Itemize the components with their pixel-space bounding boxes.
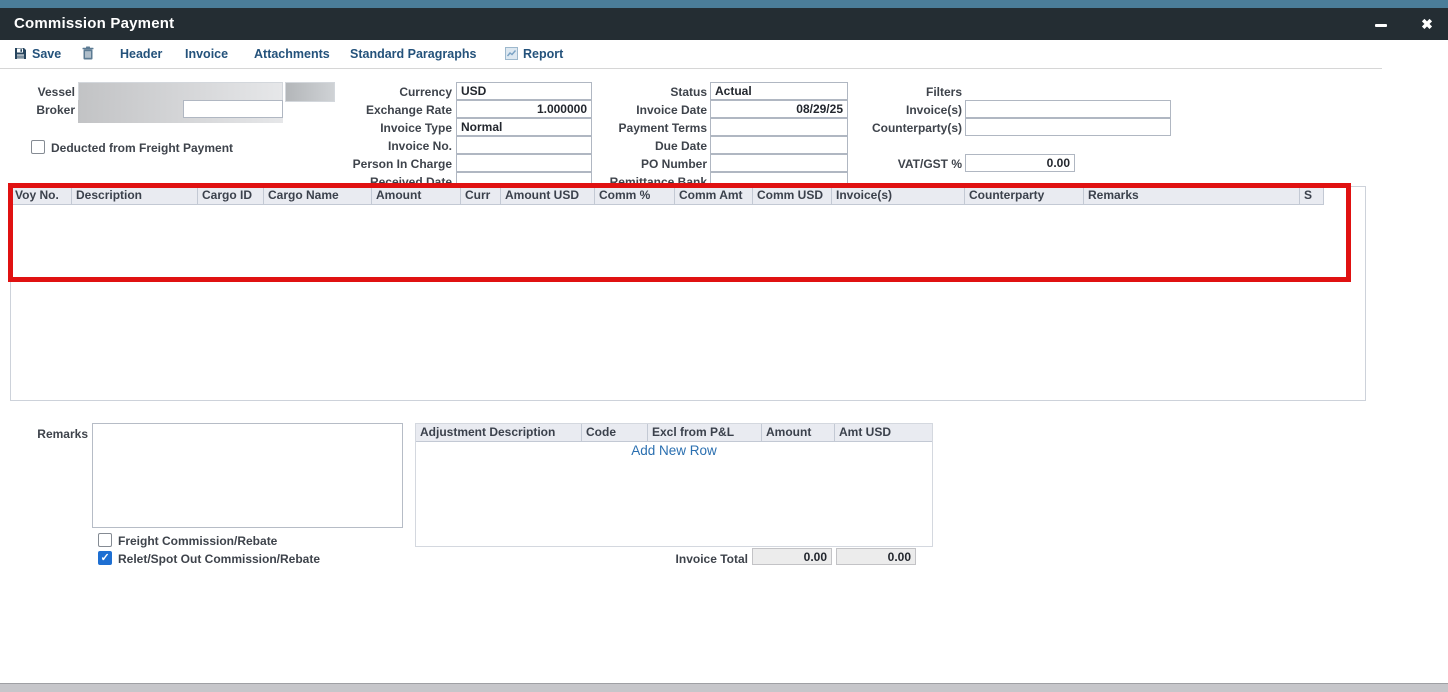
vessel-field[interactable] [78, 82, 283, 102]
close-icon: ✖ [1421, 16, 1433, 32]
trash-icon [82, 42, 94, 70]
col-filler [1324, 187, 1365, 205]
close-button[interactable]: ✖ [1412, 8, 1442, 40]
filters-heading: Filters [812, 84, 962, 100]
col-amt-usd[interactable]: Amt USD [835, 424, 932, 442]
col-comm-amt[interactable]: Comm Amt [675, 187, 753, 205]
col-amount-usd[interactable]: Amount USD [501, 187, 595, 205]
commission-lines-header: Voy No. Description Cargo ID Cargo Name … [11, 187, 1365, 205]
due-date-field[interactable] [710, 136, 848, 154]
po-number-label: PO Number [557, 156, 707, 172]
window-title: Commission Payment [14, 8, 174, 40]
col-cargo-name[interactable]: Cargo Name [264, 187, 372, 205]
col-remarks[interactable]: Remarks [1084, 187, 1300, 205]
col-comm-pct[interactable]: Comm % [595, 187, 675, 205]
window-title-bar: Commission Payment ✖ [0, 8, 1448, 40]
col-invoices[interactable]: Invoice(s) [832, 187, 965, 205]
col-code[interactable]: Code [582, 424, 648, 442]
tab-invoice[interactable]: Invoice [185, 40, 228, 68]
broker-label: Broker [0, 102, 75, 118]
delete-button[interactable] [82, 40, 99, 68]
relet-spot-out-label: Relet/Spot Out Commission/Rebate [118, 551, 320, 567]
exchange-rate-label: Exchange Rate [302, 102, 452, 118]
commission-payment-window: Commission Payment ✖ Save Header Invoice… [0, 0, 1448, 692]
col-curr[interactable]: Curr [461, 187, 501, 205]
vat-gst-label: VAT/GST % [812, 156, 962, 172]
broker-field[interactable] [183, 100, 283, 118]
minimize-icon [1375, 24, 1387, 27]
col-counterparty[interactable]: Counterparty [965, 187, 1084, 205]
counterparty-filter-field[interactable] [965, 118, 1171, 136]
remarks-textarea[interactable] [92, 423, 403, 528]
vat-gst-field[interactable]: 0.00 [965, 154, 1075, 172]
deducted-from-freight-label: Deducted from Freight Payment [51, 140, 233, 156]
col-s[interactable]: S [1300, 187, 1324, 205]
tab-header[interactable]: Header [120, 40, 162, 68]
person-in-charge-label: Person In Charge [302, 156, 452, 172]
adjustments-header: Adjustment Description Code Excl from P&… [416, 424, 932, 442]
tab-attachments[interactable]: Attachments [254, 40, 330, 68]
col-adj-amount[interactable]: Amount [762, 424, 835, 442]
col-voy-no[interactable]: Voy No. [11, 187, 72, 205]
minimize-button[interactable] [1366, 8, 1396, 40]
col-adjustment-description[interactable]: Adjustment Description [416, 424, 582, 442]
save-button[interactable]: Save [14, 40, 61, 68]
tab-standard-paragraphs[interactable]: Standard Paragraphs [350, 40, 476, 68]
col-description[interactable]: Description [72, 187, 198, 205]
currency-label: Currency [302, 84, 452, 100]
window-bottom-strip [0, 683, 1448, 692]
report-chart-icon [505, 42, 518, 70]
add-new-row-link[interactable]: Add New Row [415, 443, 933, 458]
invoice-total-label: Invoice Total [598, 551, 748, 567]
relet-spot-out-checkbox[interactable] [98, 551, 112, 565]
invoices-filter-field[interactable] [965, 100, 1171, 118]
payment-terms-label: Payment Terms [557, 120, 707, 136]
save-icon [14, 42, 27, 70]
vessel-label: Vessel [0, 84, 75, 100]
due-date-label: Due Date [557, 138, 707, 154]
toolbar: Save Header Invoice Attachments Standard… [0, 40, 1448, 69]
col-comm-usd[interactable]: Comm USD [753, 187, 832, 205]
invoice-total-usd-field: 0.00 [836, 548, 916, 565]
freight-commission-checkbox[interactable] [98, 533, 112, 547]
invoice-type-label: Invoice Type [302, 120, 452, 136]
counterparty-filter-label: Counterparty(s) [812, 120, 962, 136]
invoices-filter-label: Invoice(s) [812, 102, 962, 118]
deducted-from-freight-checkbox[interactable] [31, 140, 45, 154]
col-amount[interactable]: Amount [372, 187, 461, 205]
invoice-no-label: Invoice No. [302, 138, 452, 154]
freight-commission-label: Freight Commission/Rebate [118, 533, 277, 549]
remarks-label: Remarks [0, 426, 88, 442]
invoice-date-label: Invoice Date [557, 102, 707, 118]
col-cargo-id[interactable]: Cargo ID [198, 187, 264, 205]
invoice-total-amount-field: 0.00 [752, 548, 832, 565]
adjustments-table[interactable]: Adjustment Description Code Excl from P&… [415, 423, 933, 547]
col-excl-from-pnl[interactable]: Excl from P&L [648, 424, 762, 442]
commission-lines-table[interactable]: Voy No. Description Cargo ID Cargo Name … [10, 186, 1366, 401]
status-label: Status [557, 84, 707, 100]
window-top-strip [0, 0, 1448, 8]
report-button[interactable]: Report [505, 40, 563, 68]
